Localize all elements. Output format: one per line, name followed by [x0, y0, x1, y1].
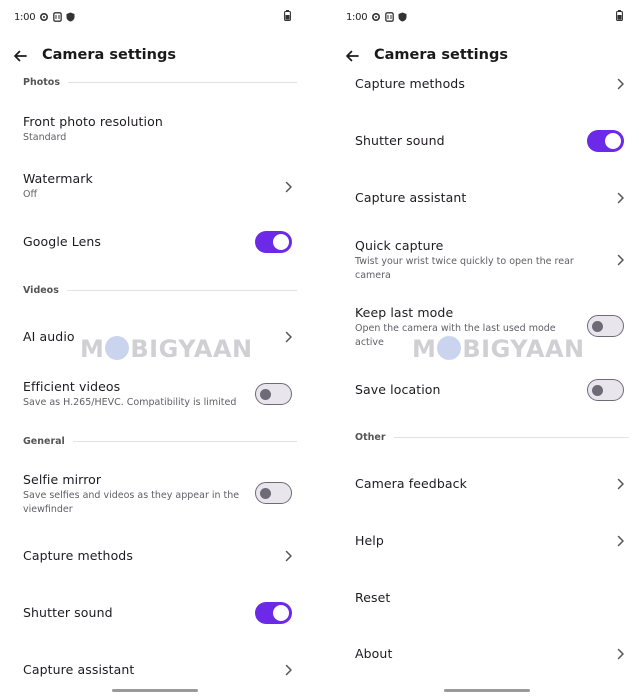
setting-subtitle: Twist your wrist twice quickly to open t… [355, 256, 574, 281]
setting-capture-assistant[interactable]: Capture assistant [23, 660, 295, 680]
setting-shutter-sound[interactable]: Shutter sound [23, 601, 295, 625]
setting-about[interactable]: About [355, 644, 627, 664]
setting-title: Front photo resolution [23, 114, 163, 129]
section-header-photos: Photos [23, 75, 297, 89]
gesture-nav-bar[interactable] [443, 689, 530, 692]
chevron-right-icon [616, 478, 625, 490]
setting-title: Watermark [23, 171, 93, 186]
setting-title: About [355, 646, 393, 661]
setting-capture-assistant[interactable]: Capture assistant [355, 188, 627, 208]
section-divider [393, 436, 629, 438]
chevron-right-icon [616, 78, 625, 90]
chevron-right-icon [616, 192, 625, 204]
setting-title: Capture methods [355, 76, 465, 91]
setting-title: Capture assistant [355, 190, 467, 205]
toggle-knob [592, 320, 603, 332]
chevron-right-icon [284, 181, 293, 193]
efficient-videos-toggle[interactable] [255, 383, 292, 405]
setting-save-location[interactable]: Save location [355, 378, 627, 402]
setting-quick-capture[interactable]: Quick capture Twist your wrist twice qui… [355, 238, 627, 282]
setting-title: Capture assistant [23, 662, 135, 677]
settings-list: Capture methods Shutter sound Capture as… [332, 0, 639, 700]
setting-subtitle: Standard [23, 132, 67, 143]
setting-title: Reset [355, 590, 391, 605]
setting-capture-methods[interactable]: Capture methods [355, 74, 627, 94]
toggle-knob [260, 487, 271, 499]
setting-subtitle: Off [23, 189, 38, 200]
toggle-knob [605, 133, 621, 149]
setting-shutter-sound[interactable]: Shutter sound [355, 129, 627, 153]
setting-title: Help [355, 533, 384, 548]
chevron-right-icon [284, 331, 293, 343]
setting-title: AI audio [23, 329, 75, 344]
setting-keep-last-mode[interactable]: Keep last mode Open the camera with the … [355, 305, 627, 349]
setting-capture-methods[interactable]: Capture methods [23, 546, 295, 566]
toggle-knob [592, 384, 603, 396]
shutter-sound-toggle[interactable] [255, 602, 292, 624]
setting-ai-audio[interactable]: AI audio [23, 327, 295, 347]
chevron-right-icon [616, 254, 625, 266]
section-header-other: Other [355, 430, 629, 444]
toggle-knob [260, 388, 271, 400]
setting-help[interactable]: Help [355, 531, 627, 551]
toggle-knob [273, 605, 289, 621]
setting-reset[interactable]: Reset [355, 588, 627, 608]
chevron-right-icon [284, 664, 293, 676]
section-header-videos: Videos [23, 283, 297, 297]
google-lens-toggle[interactable] [255, 231, 292, 253]
chevron-right-icon [284, 550, 293, 562]
chevron-right-icon [616, 648, 625, 660]
setting-title: Keep last mode [355, 305, 454, 320]
section-divider [67, 81, 297, 83]
setting-title: Selfie mirror [23, 472, 102, 487]
setting-front-photo-resolution[interactable]: Front photo resolution Standard [23, 114, 295, 145]
keep-last-mode-toggle[interactable] [587, 315, 624, 337]
setting-selfie-mirror[interactable]: Selfie mirror Save selfies and videos as… [23, 472, 295, 516]
gesture-nav-bar[interactable] [111, 689, 198, 692]
save-location-toggle[interactable] [587, 379, 624, 401]
shutter-sound-toggle[interactable] [587, 130, 624, 152]
settings-list: Photos Front photo resolution Standard W… [0, 0, 309, 700]
setting-google-lens[interactable]: Google Lens [23, 230, 295, 254]
chevron-right-icon [616, 535, 625, 547]
setting-subtitle: Save as H.265/HEVC. Compatibility is lim… [23, 397, 237, 408]
selfie-mirror-toggle[interactable] [255, 482, 292, 504]
right-screen: 1:00 Camera settings Capture methods Shu… [332, 0, 639, 700]
setting-camera-feedback[interactable]: Camera feedback [355, 474, 627, 494]
setting-title: Quick capture [355, 238, 444, 253]
toggle-knob [273, 234, 289, 250]
section-header-general: General [23, 434, 297, 448]
setting-title: Capture methods [23, 548, 133, 563]
section-divider [72, 440, 297, 442]
left-screen: 1:00 Camera settings Photos Front photo … [0, 0, 309, 700]
section-divider [66, 289, 297, 291]
setting-efficient-videos[interactable]: Efficient videos Save as H.265/HEVC. Com… [23, 379, 295, 409]
setting-watermark[interactable]: Watermark Off [23, 171, 295, 202]
setting-title: Camera feedback [355, 476, 467, 491]
